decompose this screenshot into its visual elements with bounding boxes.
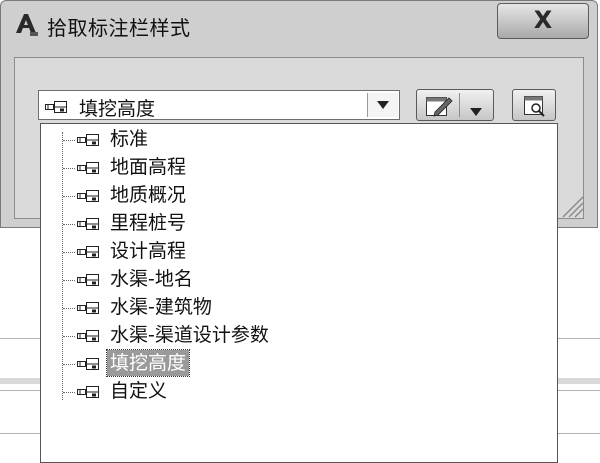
window-title: 拾取标注栏样式 [47, 16, 191, 40]
band-style-icon [77, 244, 103, 258]
title-bar[interactable]: 拾取标注栏样式 X [1, 1, 597, 47]
chevron-down-icon[interactable] [367, 93, 398, 117]
band-style-combobox[interactable]: 填挖高度 [38, 90, 400, 120]
band-style-icon [77, 272, 103, 286]
list-item[interactable]: 里程桩号 [41, 210, 541, 236]
list-item[interactable]: 水渠-建筑物 [41, 294, 541, 320]
list-item-label: 标准 [110, 128, 149, 150]
tree-connector [63, 168, 75, 169]
band-style-icon [77, 188, 103, 202]
list-item[interactable]: 水渠-地名 [41, 266, 541, 292]
tree-connector [63, 392, 75, 393]
band-style-icon [77, 300, 103, 314]
list-item[interactable]: 设计高程 [41, 238, 541, 264]
tree-connector [63, 140, 75, 141]
close-button[interactable]: X [497, 3, 589, 39]
list-item[interactable]: 自定义 [41, 378, 541, 404]
screen: 拾取标注栏样式 X 填挖高度 标准 地面高程 地质概况 里程桩号 设计高程 水渠… [0, 0, 600, 463]
edit-style-icon [425, 94, 453, 122]
split-separator [459, 93, 460, 117]
list-item[interactable]: 水渠-渠道设计参数 [41, 322, 541, 348]
tree-connector [63, 364, 75, 365]
combobox-value: 填挖高度 [79, 98, 156, 120]
list-item-label: 水渠-建筑物 [110, 296, 212, 318]
list-item-label: 水渠-地名 [110, 268, 193, 290]
tree-connector [63, 280, 75, 281]
preview-button[interactable] [512, 89, 556, 121]
band-style-icon [45, 99, 71, 113]
list-item-label: 设计高程 [110, 240, 187, 262]
list-item[interactable]: 地质概况 [41, 182, 541, 208]
tree-connector [63, 196, 75, 197]
list-item[interactable]: 标准 [41, 126, 541, 152]
list-item-label: 自定义 [110, 380, 168, 402]
preview-zoom-icon [523, 94, 547, 122]
band-style-icon [77, 160, 103, 174]
tree-connector [63, 252, 75, 253]
list-item-label: 地面高程 [110, 156, 187, 178]
tree-connector [63, 308, 75, 309]
list-item[interactable]: 填挖高度 [41, 349, 541, 377]
tree-connector [63, 224, 75, 225]
autocad-app-icon [13, 11, 39, 37]
band-style-icon [77, 132, 103, 146]
chevron-down-icon[interactable] [470, 101, 482, 120]
list-item-label: 里程桩号 [110, 212, 187, 234]
band-style-icon [77, 356, 103, 370]
resize-grip-icon[interactable] [557, 191, 585, 219]
list-item-label: 地质概况 [110, 184, 187, 206]
band-style-icon [77, 384, 103, 398]
close-icon: X [533, 6, 553, 34]
band-style-icon [77, 216, 103, 230]
band-style-dropdown-list[interactable]: 标准地面高程地质概况里程桩号设计高程水渠-地名水渠-建筑物水渠-渠道设计参数填挖… [40, 123, 558, 463]
list-item-label: 填挖高度 [105, 349, 191, 377]
band-style-icon [77, 328, 103, 342]
list-item[interactable]: 地面高程 [41, 154, 541, 180]
edit-style-button[interactable] [416, 89, 494, 121]
list-item-label: 水渠-渠道设计参数 [110, 324, 269, 346]
tree-connector [63, 336, 75, 337]
